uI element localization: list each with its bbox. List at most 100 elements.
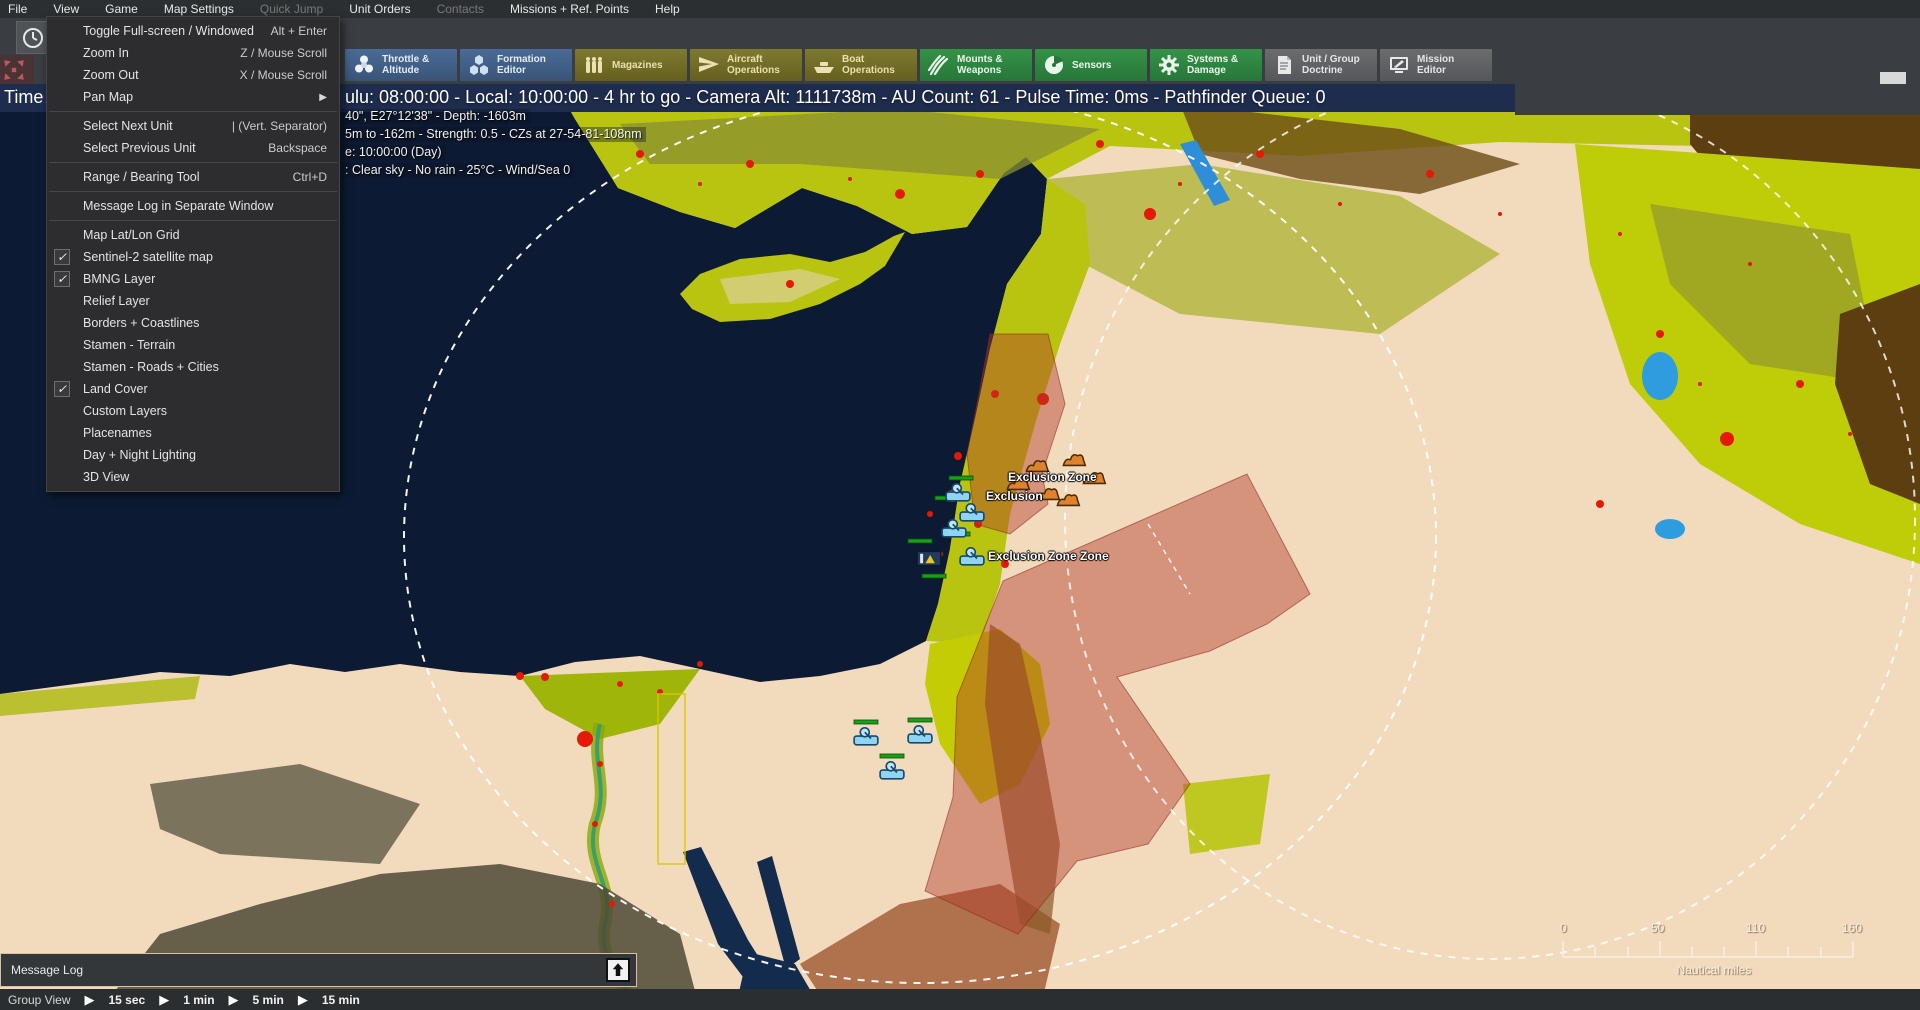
sensors-button[interactable]: Sensors xyxy=(1035,49,1147,81)
menu-item-select-next-unit[interactable]: Select Next Unit | (Vert. Separator) xyxy=(47,115,339,137)
exclusion-zone-label: Exclusion Zone Zone xyxy=(988,549,1109,563)
time-step-5min[interactable]: 5 min xyxy=(253,993,284,1007)
menu-item-message-log-separate-window[interactable]: Message Log in Separate Window xyxy=(47,195,339,217)
throttle-altitude-button[interactable]: Throttle & Altitude xyxy=(345,49,457,81)
scale-tick-label: 160 xyxy=(1842,921,1863,935)
checkmark-icon: ✓ xyxy=(54,381,70,397)
message-log-title: Message Log xyxy=(11,963,84,977)
systems-icon xyxy=(1157,53,1181,77)
play-icon[interactable]: ▶ xyxy=(84,992,94,1008)
scale-ruler xyxy=(1562,941,1854,958)
menu-item-placenames[interactable]: Placenames xyxy=(47,422,339,444)
menu-item-day-night-lighting[interactable]: Day + Night Lighting xyxy=(47,444,339,466)
menu-item-bmng-layer[interactable]: ✓ BMNG Layer xyxy=(47,268,339,290)
group-view-label[interactable]: Group View xyxy=(8,993,70,1007)
status-time-label: Time xyxy=(4,87,44,107)
play-icon[interactable]: ▶ xyxy=(229,992,239,1008)
view-menu-dropdown: Toggle Full-screen / Windowed Alt + Enter… xyxy=(46,16,340,492)
submenu-arrow-icon: ▶ xyxy=(319,91,327,103)
menu-separator xyxy=(49,220,337,221)
formation-icon xyxy=(467,53,491,77)
local-time-readout: e: 10:00:00 (Day) xyxy=(341,145,446,160)
sonar-layer-readout: 5m to -162m - Strength: 0.5 - CZs at 27-… xyxy=(341,127,646,142)
menu-separator xyxy=(49,162,337,163)
menu-item-custom-layers[interactable]: Custom Layers xyxy=(47,400,339,422)
mounts-icon xyxy=(927,53,951,77)
mission-icon xyxy=(1387,53,1411,77)
iraq-lake-1 xyxy=(1642,352,1678,400)
formation-editor-button[interactable]: Formation Editor xyxy=(460,49,572,81)
menu-item-stamen-terrain[interactable]: Stamen - Terrain xyxy=(47,334,339,356)
menu-view[interactable]: View xyxy=(53,2,79,16)
menu-item-range-bearing-tool[interactable]: Range / Bearing Tool Ctrl+D xyxy=(47,166,339,188)
toolbar: Throttle & Altitude Formation Editor Magaz… xyxy=(345,49,1492,81)
menu-item-select-previous-unit[interactable]: Select Previous Unit Backspace xyxy=(47,137,339,159)
boat-icon xyxy=(812,53,836,77)
play-icon[interactable]: ▶ xyxy=(159,992,169,1008)
menu-missions-ref-points[interactable]: Missions + Ref. Points xyxy=(510,2,629,16)
checkmark-icon: ✓ xyxy=(54,249,70,265)
collapse-arrows-icon xyxy=(1,57,27,83)
menu-item-zoom-out[interactable]: Zoom Out X / Mouse Scroll xyxy=(47,64,339,86)
throttle-icon xyxy=(352,53,376,77)
saudi-vegetation xyxy=(1183,774,1270,854)
doctrine-icon xyxy=(1272,53,1296,77)
time-step-15sec[interactable]: 15 sec xyxy=(108,993,145,1007)
menu-item-stamen-roads-cities[interactable]: Stamen - Roads + Cities xyxy=(47,356,339,378)
status-main-text: ulu: 08:00:00 - Local: 10:00:00 - 4 hr t… xyxy=(345,87,1326,107)
scale-tick-label: 50 xyxy=(1651,921,1665,935)
center-on-unit-button[interactable] xyxy=(0,55,34,84)
command-app-window: Exclusion Zone Exclusion Exclusion Zone … xyxy=(0,0,1920,1010)
menu-map-settings[interactable]: Map Settings xyxy=(164,2,234,16)
menu-help[interactable]: Help xyxy=(655,2,680,16)
systems-damage-button[interactable]: Systems & Damage xyxy=(1150,49,1262,81)
menu-item-borders-coastlines[interactable]: Borders + Coastlines xyxy=(47,312,339,334)
boat-operations-button[interactable]: Boat Operations xyxy=(805,49,917,81)
magazines-icon xyxy=(582,53,606,77)
magazines-button[interactable]: Magazines xyxy=(575,49,687,81)
menu-item-3d-view[interactable]: 3D View xyxy=(47,466,339,488)
checkmark-icon: ✓ xyxy=(54,271,70,287)
menu-item-zoom-in[interactable]: Zoom In Z / Mouse Scroll xyxy=(47,42,339,64)
exclusion-zone-label: Exclusion xyxy=(986,489,1043,503)
scale-unit-label: Nautical miles xyxy=(1676,963,1752,977)
menu-item-pan-map[interactable]: Pan Map ▶ xyxy=(47,86,339,108)
menu-quick-jump: Quick Jump xyxy=(259,2,324,16)
status-bar-extension xyxy=(1515,84,1920,115)
scale-tick-label: 0 xyxy=(1560,921,1567,935)
menu-item-toggle-fullscreen[interactable]: Toggle Full-screen / Windowed Alt + Enter xyxy=(47,20,339,42)
mission-editor-button[interactable]: Mission Editor xyxy=(1380,49,1492,81)
time-step-1min[interactable]: 1 min xyxy=(183,993,214,1007)
mounts-weapons-button[interactable]: Mounts & Weapons xyxy=(920,49,1032,81)
menu-separator xyxy=(49,111,337,112)
menu-item-map-latlon-grid[interactable]: Map Lat/Lon Grid xyxy=(47,224,339,246)
time-step-15min[interactable]: 15 min xyxy=(322,993,360,1007)
sensors-icon xyxy=(1042,53,1066,77)
iraq-lake-2 xyxy=(1655,519,1685,539)
menu-separator xyxy=(49,191,337,192)
weather-readout: : Clear sky - No rain - 25°C - Wind/Sea … xyxy=(341,163,575,178)
menu-item-land-cover[interactable]: ✓ Land Cover xyxy=(47,378,339,400)
window-fragment xyxy=(1880,72,1906,84)
menu-file[interactable]: File xyxy=(8,2,27,16)
time-step-bar: Group View ▶ 15 sec ▶ 1 min ▶ 5 min ▶ 15 min xyxy=(0,989,1920,1010)
menu-game[interactable]: Game xyxy=(105,2,138,16)
menu-unit-orders[interactable]: Unit Orders xyxy=(349,2,410,16)
message-log-expand-button[interactable] xyxy=(606,958,630,982)
up-arrow-icon xyxy=(609,961,627,979)
exclusion-zone-label: Exclusion Zone xyxy=(1008,470,1097,484)
aircraft-operations-button[interactable]: Aircraft Operations xyxy=(690,49,802,81)
airbase-unit-icon[interactable] xyxy=(916,550,942,567)
map-scale-bar: 0 50 110 160 Nautical miles xyxy=(1558,921,1870,979)
time-compression-button[interactable] xyxy=(16,21,49,54)
unit-group-doctrine-button[interactable]: Unit / Group Doctrine xyxy=(1265,49,1377,81)
clock-icon xyxy=(21,26,45,50)
scale-tick-label: 110 xyxy=(1746,921,1766,935)
menu-contacts: Contacts xyxy=(436,2,484,16)
play-icon[interactable]: ▶ xyxy=(298,992,308,1008)
message-log-bar[interactable]: Message Log xyxy=(0,953,637,987)
menu-item-sentinel2-satellite-map[interactable]: ✓ Sentinel-2 satellite map xyxy=(47,246,339,268)
cursor-position-readout: 40", E27°12'38" - Depth: -1603m xyxy=(341,109,530,124)
aircraft-icon xyxy=(697,53,721,77)
menu-item-relief-layer[interactable]: Relief Layer xyxy=(47,290,339,312)
